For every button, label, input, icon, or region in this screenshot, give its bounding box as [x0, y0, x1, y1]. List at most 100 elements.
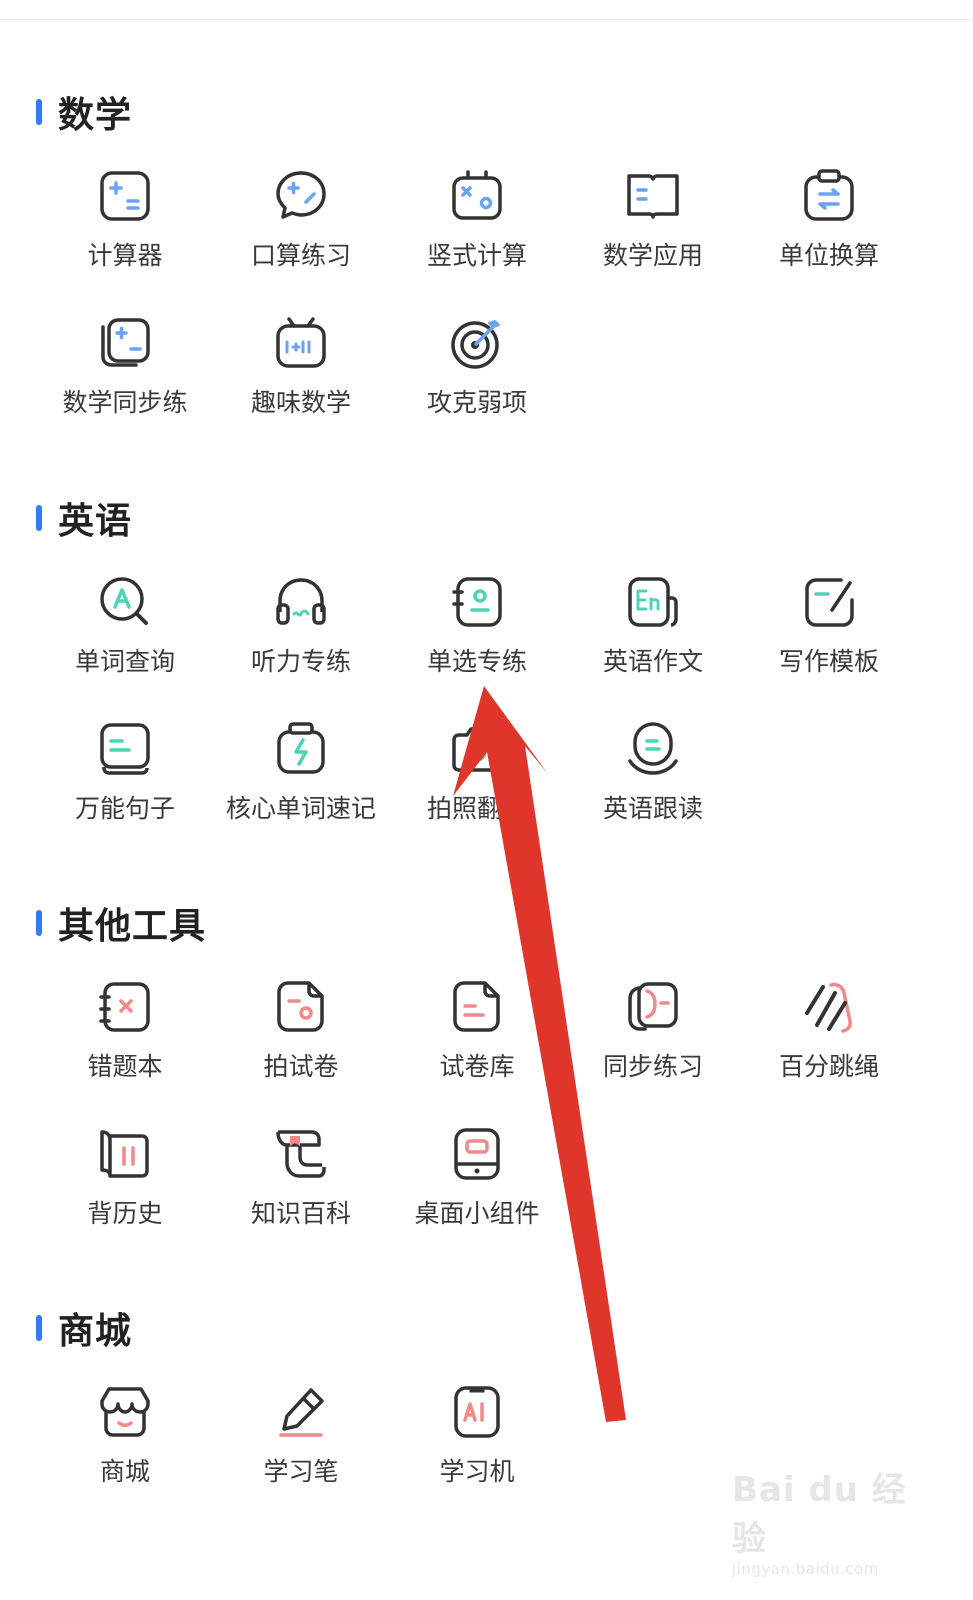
tool-fun-math[interactable]: 趣味数学 [211, 315, 391, 419]
section-title-text: 数学 [58, 95, 133, 136]
tool-label: 试卷库 [439, 1052, 515, 1081]
tool-label: 单位换算 [778, 241, 879, 270]
tool-unit-convert[interactable]: 单位换算 [739, 168, 919, 272]
section-title-shop: 商城 [36, 1302, 132, 1354]
tool-calculator[interactable]: 计算器 [35, 168, 215, 272]
math-sync-icon [101, 318, 150, 367]
section-accent-bar [36, 910, 42, 936]
shop-icon [100, 1387, 150, 1437]
tool-label: 知识百科 [250, 1199, 351, 1228]
tool-label: 数学同步练 [62, 388, 188, 417]
sentence-icon [100, 723, 150, 775]
tool-label: 百分跳绳 [778, 1052, 879, 1081]
widget-icon [454, 1128, 500, 1180]
tool-label: 核心单词速记 [225, 794, 376, 823]
section-title-english: 英语 [36, 492, 132, 544]
tool-label: 单词查询 [74, 647, 175, 676]
tool-label: 听力专练 [250, 647, 351, 676]
tool-widget[interactable]: 桌面小组件 [387, 1126, 567, 1230]
tool-label: 拍照翻译 [426, 794, 527, 823]
math-book-icon [627, 174, 679, 219]
tool-history[interactable]: 背历史 [35, 1126, 215, 1230]
core-words-icon [277, 722, 325, 774]
target-icon [451, 320, 500, 369]
read-along-icon [628, 722, 678, 775]
tool-core-words[interactable]: 核心单词速记 [211, 721, 391, 825]
tool-word-search[interactable]: 单词查询 [35, 574, 215, 678]
tool-label: 竖式计算 [426, 241, 527, 270]
tool-label: 学习机 [439, 1457, 515, 1486]
section-title-text: 商城 [58, 1311, 133, 1352]
tool-scan-paper[interactable]: 拍试卷 [211, 979, 391, 1083]
watermark-url: jingyan.baidu.com [732, 1560, 879, 1578]
tool-camera-translate[interactable]: 拍照翻译 [387, 721, 567, 825]
tool-sync-practice[interactable]: 同步练习 [563, 979, 743, 1083]
calculator-icon [100, 171, 150, 221]
tool-study-pen[interactable]: 学习笔 [211, 1384, 391, 1488]
tool-vertical-calc[interactable]: 竖式计算 [387, 168, 567, 272]
top-divider [0, 19, 973, 20]
tool-shop[interactable]: 商城 [35, 1384, 215, 1488]
tool-label: 桌面小组件 [414, 1199, 540, 1228]
tool-label: 英语跟读 [602, 794, 703, 823]
section-accent-bar [36, 505, 42, 531]
tool-mistake-book[interactable]: 错题本 [35, 979, 215, 1083]
fun-math-icon [276, 317, 326, 368]
section-accent-bar [36, 1315, 42, 1341]
tool-label: 拍试卷 [263, 1052, 339, 1081]
camera-translate-icon [452, 727, 502, 772]
tool-oral-calc[interactable]: 口算练习 [211, 168, 391, 272]
tool-paper-library[interactable]: 试卷库 [387, 979, 567, 1083]
tool-label: 单选专练 [426, 647, 527, 676]
tool-label: 英语作文 [602, 647, 703, 676]
tool-single-choice[interactable]: 单选专练 [387, 574, 567, 678]
section-accent-bar [36, 99, 42, 125]
tool-label: 写作模板 [778, 647, 879, 676]
study-machine-icon [454, 1386, 500, 1438]
unit-convert-icon [804, 169, 854, 221]
tool-label: 万能句子 [74, 794, 175, 823]
baidu-watermark: Bai du 经验 jingyan.baidu.com [732, 1462, 912, 1578]
tool-label: 趣味数学 [250, 388, 351, 417]
tool-label: 商城 [99, 1457, 150, 1486]
tool-read-along[interactable]: 英语跟读 [563, 721, 743, 825]
history-scroll-icon [100, 1130, 149, 1178]
tool-writing-template[interactable]: 写作模板 [739, 574, 919, 678]
headphones-icon [276, 578, 326, 625]
oral-calc-icon [276, 171, 326, 219]
sync-practice-icon [628, 982, 678, 1031]
section-title-other-tools: 其他工具 [36, 897, 206, 949]
tool-label: 学习笔 [263, 1457, 339, 1486]
tool-label: 背历史 [87, 1199, 163, 1228]
scan-paper-icon [277, 981, 324, 1032]
watermark-brand: Bai du 经验 [732, 1470, 907, 1559]
tool-label: 错题本 [87, 1052, 163, 1081]
tool-label: 攻克弱项 [426, 388, 527, 417]
vertical-calc-icon [452, 170, 502, 220]
tool-english-essay[interactable]: 英语作文 [563, 574, 743, 678]
word-search-icon [100, 577, 148, 625]
paper-library-icon [453, 981, 500, 1032]
encyclopedia-icon [276, 1130, 326, 1178]
tool-label: 数学应用 [602, 241, 703, 270]
section-title-text: 英语 [58, 501, 133, 542]
jump-rope-icon [805, 982, 852, 1033]
study-pen-icon [279, 1388, 324, 1437]
section-title-math: 数学 [36, 86, 132, 138]
mistake-book-icon [99, 982, 150, 1032]
writing-template-icon [805, 578, 854, 627]
tool-label: 计算器 [87, 241, 163, 270]
tool-math-application[interactable]: 数学应用 [563, 168, 743, 272]
tool-jump-rope[interactable]: 百分跳绳 [739, 979, 919, 1083]
tool-label: 口算练习 [250, 241, 351, 270]
tool-sentences[interactable]: 万能句子 [35, 721, 215, 825]
tool-listening[interactable]: 听力专练 [211, 574, 391, 678]
tool-math-sync[interactable]: 数学同步练 [35, 315, 215, 419]
tool-label: 同步练习 [602, 1052, 703, 1081]
english-essay-icon [628, 577, 678, 627]
tool-target[interactable]: 攻克弱项 [387, 315, 567, 419]
tool-study-machine[interactable]: 学习机 [387, 1384, 567, 1488]
single-choice-icon [452, 577, 502, 627]
tool-encyclopedia[interactable]: 知识百科 [211, 1126, 391, 1230]
section-title-text: 其他工具 [58, 906, 207, 947]
